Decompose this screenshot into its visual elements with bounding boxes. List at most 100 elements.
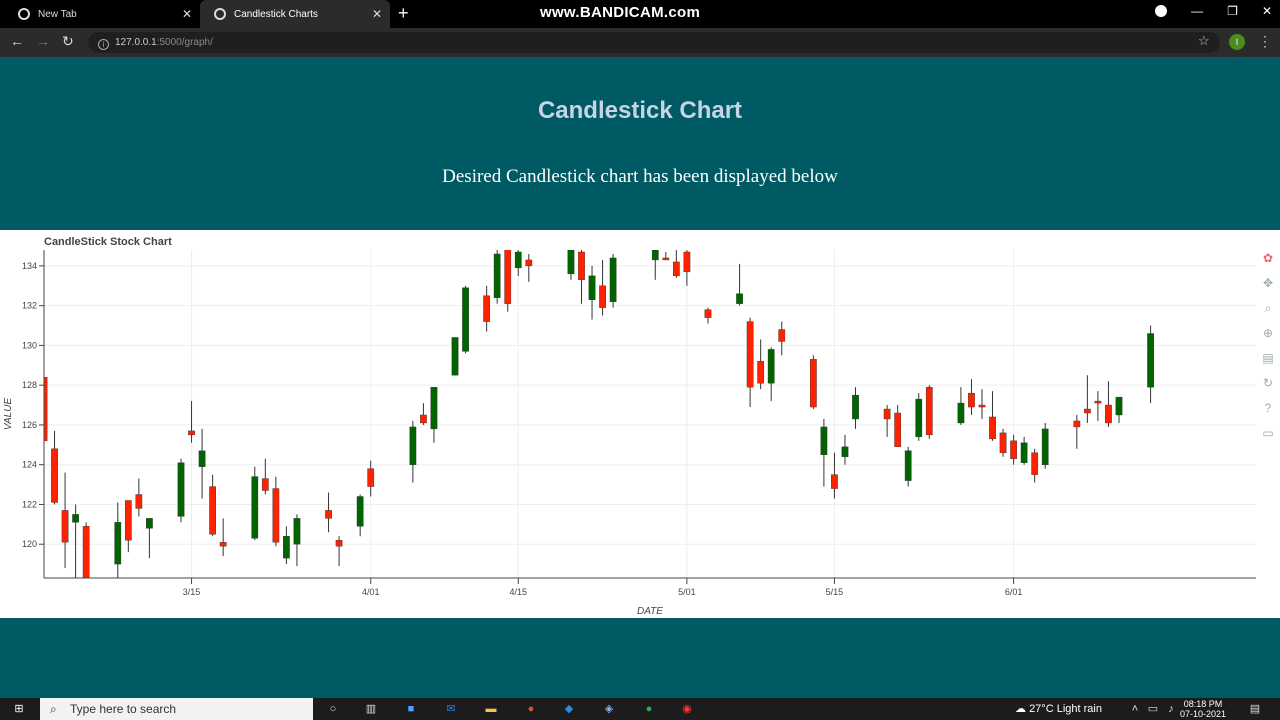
candle-body xyxy=(957,402,965,424)
volume-icon[interactable]: ♪ xyxy=(1164,702,1178,716)
back-arrow-icon[interactable]: ← xyxy=(10,33,24,49)
url-host: 127.0.0.1 xyxy=(115,37,157,48)
candle-body xyxy=(704,309,712,318)
tab-new-tab[interactable]: New Tab ✕ xyxy=(4,0,200,28)
candle-body xyxy=(219,542,227,547)
new-tab-button[interactable]: + xyxy=(398,3,409,24)
candle-body xyxy=(356,496,364,527)
chrome-favicon-icon xyxy=(18,8,30,20)
pgadmin-icon[interactable]: ◈ xyxy=(602,702,616,716)
candle-body xyxy=(420,414,427,424)
candle-body xyxy=(198,450,206,467)
candle-body xyxy=(809,359,817,408)
candle-body xyxy=(146,518,153,529)
candle-body xyxy=(683,251,691,273)
candle-body xyxy=(1105,404,1112,424)
window-controls: — ❐ ✕ xyxy=(1155,4,1272,18)
y-tick-label: 126 xyxy=(22,420,37,430)
pan-tool-icon[interactable]: ✥ xyxy=(1260,275,1276,291)
help-tool-icon[interactable]: ? xyxy=(1260,400,1276,416)
candle-body xyxy=(409,426,417,465)
candle-body xyxy=(325,510,332,519)
reset-tool-icon[interactable]: ↻ xyxy=(1260,375,1276,391)
candle-body xyxy=(820,426,828,455)
tray-chevron-up-icon[interactable]: ˄ xyxy=(1128,702,1142,716)
candle-body xyxy=(177,462,185,517)
page-subtitle: Desired Candlestick chart has been displ… xyxy=(442,166,838,187)
candle-body xyxy=(367,468,375,487)
x-tick-label: 5/15 xyxy=(826,587,844,597)
file-explorer-icon[interactable]: ▬ xyxy=(484,702,498,716)
candle-body xyxy=(989,416,996,440)
save-tool-icon[interactable]: ▤ xyxy=(1260,350,1276,366)
candle-body xyxy=(293,518,301,545)
taskbar-search-box[interactable]: ⌕ Type here to search xyxy=(40,698,313,720)
candle-body xyxy=(135,494,143,509)
candle-body xyxy=(251,476,259,539)
minimize-icon[interactable]: — xyxy=(1191,4,1203,18)
weather-text: 27°C Light rain xyxy=(1029,703,1102,715)
vscode-icon[interactable]: ◆ xyxy=(562,702,576,716)
candle-body xyxy=(904,450,912,481)
y-tick-label: 124 xyxy=(22,460,37,470)
reload-icon[interactable]: ↻ xyxy=(62,33,74,50)
browser-menu-icon[interactable]: ⋮ xyxy=(1258,33,1272,50)
candle-body xyxy=(430,386,438,430)
candle-body xyxy=(609,257,617,302)
cortana-icon[interactable]: ○ xyxy=(326,702,340,716)
candle-body xyxy=(1041,428,1049,465)
site-info-icon[interactable]: i xyxy=(98,39,109,50)
chart-toolbar: ✿ ✥ ⌕ ⊕ ▤ ↻ ? ▭ xyxy=(1257,250,1279,450)
candle-body xyxy=(746,321,754,388)
y-axis-label: VALUE xyxy=(3,398,14,431)
wheel-zoom-tool-icon[interactable]: ⊕ xyxy=(1260,325,1276,341)
forward-arrow-icon[interactable]: → xyxy=(36,33,50,49)
weather-widget[interactable]: ☁ 27°C Light rain xyxy=(1015,702,1102,715)
recording-indicator-icon[interactable] xyxy=(1155,5,1168,17)
profile-avatar[interactable]: I xyxy=(1229,34,1245,50)
chart-title: CandleStick Stock Chart xyxy=(44,236,172,248)
bandicam-icon[interactable]: ◉ xyxy=(680,702,694,716)
bookmark-star-icon[interactable]: ☆ xyxy=(1198,33,1210,49)
candle-body xyxy=(124,500,132,541)
grid-lines xyxy=(44,250,1256,578)
taskbar-search-placeholder: Type here to search xyxy=(70,702,177,716)
candle-body xyxy=(968,392,975,408)
mail-icon[interactable]: ✉ xyxy=(444,702,458,716)
candle-body xyxy=(272,488,280,543)
candle-body xyxy=(188,430,195,436)
windows-taskbar: ⊞ ⌕ Type here to search ○ ▥ ■ ✉ ▬ ● ◆ ◈ … xyxy=(0,698,1280,720)
store-icon[interactable]: ■ xyxy=(404,702,418,716)
bokeh-logo-icon[interactable]: ✿ xyxy=(1260,250,1276,266)
close-window-icon[interactable]: ✕ xyxy=(1262,4,1272,18)
candle-body xyxy=(82,526,90,578)
x-axis-label: DATE xyxy=(637,606,663,617)
chrome-profile-icon[interactable]: ● xyxy=(642,702,656,716)
y-tick-label: 130 xyxy=(22,340,37,350)
x-tick-label: 4/01 xyxy=(362,587,380,597)
candle-body xyxy=(599,285,606,308)
hover-tool-icon[interactable]: ▭ xyxy=(1260,425,1276,441)
system-clock[interactable]: 08:18 PM 07-10-2021 xyxy=(1180,699,1226,719)
tab-label: New Tab xyxy=(38,8,77,20)
notifications-icon[interactable]: ▤ xyxy=(1248,702,1262,716)
candlestick-chart[interactable]: 120 122 124 126 128 130 132 134 3/15 4/01 4/15 5/01… xyxy=(0,230,1257,618)
tab-candlestick-charts[interactable]: Candlestick Charts ✕ xyxy=(200,0,390,28)
chrome-icon[interactable]: ● xyxy=(524,702,538,716)
close-tab-icon[interactable]: ✕ xyxy=(182,7,192,21)
restore-icon[interactable]: ❐ xyxy=(1227,4,1238,18)
clock-time: 08:18 PM xyxy=(1183,699,1223,709)
candle-body xyxy=(61,510,69,543)
y-tick-label: 120 xyxy=(22,539,37,549)
candle-body xyxy=(578,251,585,281)
network-icon[interactable]: ▭ xyxy=(1146,702,1160,716)
candle-body xyxy=(451,337,459,376)
task-view-icon[interactable]: ▥ xyxy=(364,702,378,716)
candle-body xyxy=(978,404,986,408)
candle-body xyxy=(483,295,491,322)
close-tab-icon[interactable]: ✕ xyxy=(372,7,382,21)
axes-layer: 120 122 124 126 128 130 132 134 3/15 4/01 4/15 5/01… xyxy=(22,250,1256,597)
url-field[interactable]: i 127.0.0.1:5000/graph/ xyxy=(88,32,1220,53)
windows-start-icon[interactable]: ⊞ xyxy=(12,702,26,716)
box-zoom-tool-icon[interactable]: ⌕ xyxy=(1260,300,1276,316)
